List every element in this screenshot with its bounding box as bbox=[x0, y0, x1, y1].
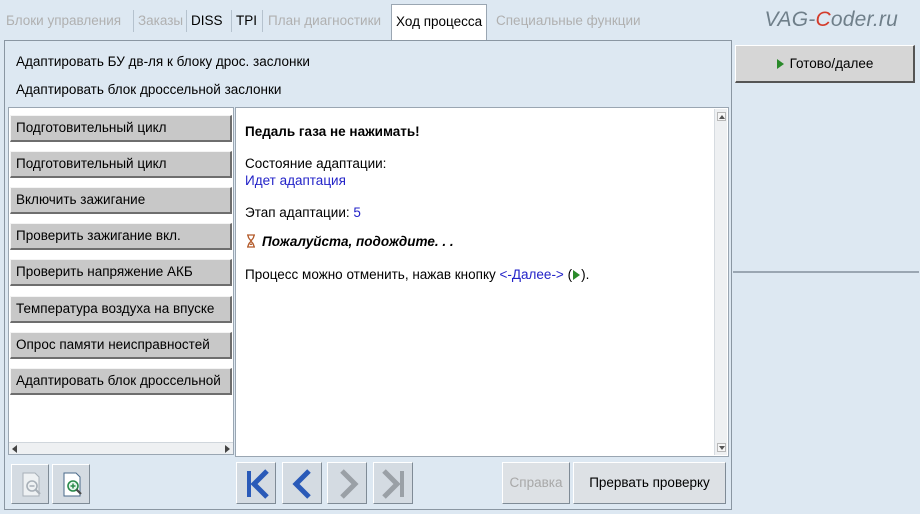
step-item[interactable]: Включить зажигание bbox=[10, 187, 232, 214]
tab-bar: Блоки управления Заказы DISS TPI План ди… bbox=[0, 0, 920, 41]
tab-separator bbox=[262, 10, 263, 32]
done-next-button[interactable]: Готово/далее bbox=[735, 45, 915, 83]
hourglass-icon bbox=[247, 234, 255, 248]
adaptation-stage-value: 5 bbox=[353, 205, 361, 220]
step-item[interactable]: Проверить напряжение АКБ bbox=[10, 259, 232, 286]
next-link[interactable]: <-Далее-> bbox=[500, 267, 564, 282]
adaptation-stage-label: Этап адаптации: bbox=[245, 205, 350, 220]
play-icon bbox=[573, 270, 581, 280]
next-step-button[interactable] bbox=[327, 462, 367, 504]
help-button[interactable]: Справка bbox=[502, 462, 570, 504]
step-item[interactable]: Подготовительный цикл bbox=[10, 115, 232, 142]
first-step-button[interactable] bbox=[236, 462, 276, 504]
instruction-panel: Педаль газа не нажимать! Состояние адапт… bbox=[235, 107, 729, 457]
step-list: Подготовительный цикл Подготовительный ц… bbox=[8, 107, 234, 455]
tab-diss[interactable]: DISS bbox=[187, 4, 227, 40]
tab-special-functions: Специальные функции bbox=[496, 13, 641, 28]
content-scrollbar[interactable] bbox=[714, 109, 727, 455]
step-list-scrollbar[interactable] bbox=[9, 442, 233, 454]
adaptation-state-value: Идет адаптация bbox=[245, 173, 346, 188]
scroll-up-icon[interactable] bbox=[717, 112, 726, 121]
warning-text: Педаль газа не нажимать! bbox=[245, 124, 420, 139]
scroll-left-icon[interactable] bbox=[12, 445, 17, 453]
adaptation-stage: Этап адаптации: 5 bbox=[245, 205, 361, 220]
zoom-out-icon bbox=[22, 472, 41, 497]
tab-tpi[interactable]: TPI bbox=[232, 4, 261, 40]
wait-message: Пожалуйста, подождите. . . bbox=[262, 234, 454, 249]
step-item[interactable]: Температура воздуха на впуске bbox=[10, 296, 232, 323]
last-step-icon bbox=[382, 469, 404, 499]
chevron-left-icon bbox=[292, 469, 311, 499]
chevron-right-icon bbox=[340, 469, 359, 499]
play-icon bbox=[776, 59, 784, 69]
abort-test-button[interactable]: Прервать проверку bbox=[573, 462, 726, 504]
procedure-title: Адаптировать БУ дв-ля к блоку дрос. засл… bbox=[16, 54, 310, 69]
tab-diagnostic-plan: План диагностики bbox=[268, 13, 382, 28]
tab-control-units: Блоки управления bbox=[6, 13, 122, 28]
right-panel: Готово/далее bbox=[733, 40, 919, 510]
panel-divider bbox=[733, 271, 919, 273]
step-item-current[interactable]: Адаптировать блок дроссельной bbox=[10, 368, 232, 395]
previous-step-button[interactable] bbox=[282, 462, 322, 504]
scroll-right-icon[interactable] bbox=[225, 445, 230, 453]
procedure-subtitle: Адаптировать блок дроссельной заслонки bbox=[16, 82, 282, 97]
cancel-hint: Процесс можно отменить, нажав кнопку <-Д… bbox=[245, 267, 590, 282]
step-item[interactable]: Опрос памяти неисправностей bbox=[10, 332, 232, 359]
first-step-icon bbox=[247, 469, 269, 499]
last-step-button[interactable] bbox=[373, 462, 413, 504]
adaptation-state-label: Состояние адаптации: bbox=[245, 156, 387, 171]
brand-logo: VAG-Coder.ru bbox=[764, 8, 898, 31]
tab-process[interactable]: Ход процесса bbox=[391, 4, 488, 41]
scroll-down-icon[interactable] bbox=[717, 443, 726, 452]
zoom-in-icon bbox=[63, 472, 82, 497]
step-item[interactable]: Проверить зажигание вкл. bbox=[10, 223, 232, 250]
zoom-out-button[interactable] bbox=[11, 464, 49, 504]
tab-orders: Заказы bbox=[138, 13, 184, 28]
zoom-in-button[interactable] bbox=[52, 464, 90, 504]
main-panel: Адаптировать БУ дв-ля к блоку дрос. засл… bbox=[4, 40, 732, 510]
step-item[interactable]: Подготовительный цикл bbox=[10, 151, 232, 178]
